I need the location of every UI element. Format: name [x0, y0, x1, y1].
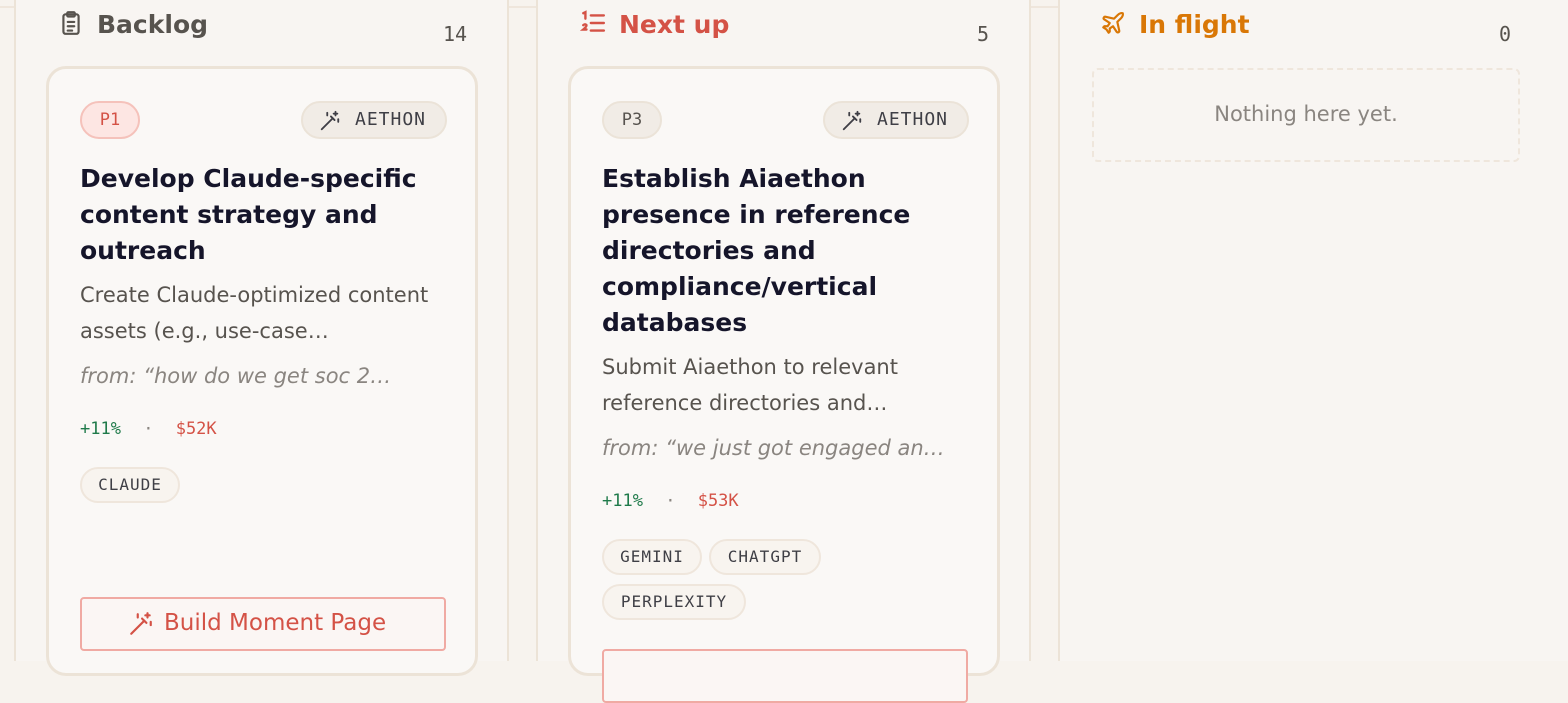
card-source: from: “how do we get soc 2… [80, 364, 392, 388]
brand-badge: AETHON [301, 101, 447, 139]
task-card[interactable]: P3 AETHON Establish Aiaethon presence in… [568, 66, 1000, 703]
empty-state: Nothing here yet. [1092, 68, 1520, 162]
card-title: Establish Aiaethon presence in reference… [602, 164, 911, 337]
task-card[interactable]: P1 AETHON Develop Claude-specific conten… [46, 66, 478, 676]
card-description: Create Claude-optimized content assets (… [80, 283, 429, 343]
brand-label: AETHON [877, 109, 949, 130]
priority-badge: P1 [80, 101, 140, 139]
card-title: Develop Claude-specific content strategy… [80, 164, 417, 265]
priority-badge: P3 [602, 101, 662, 139]
card-source: from: “we just got engaged an… [602, 436, 945, 460]
column-count: 14 [443, 22, 468, 46]
magic-wand-icon [320, 110, 340, 131]
model-tag: GEMINI [602, 539, 702, 575]
lift-value: +11% [602, 491, 643, 511]
build-moment-page-button[interactable] [602, 649, 968, 703]
column-header: Backlog 14 [16, 6, 507, 46]
column-count: 0 [1499, 22, 1512, 46]
magic-wand-icon [130, 612, 152, 635]
build-moment-page-button[interactable]: Build Moment Page [80, 597, 446, 651]
model-tag: PERPLEXITY [602, 584, 746, 620]
column-count: 5 [977, 22, 990, 46]
column-header: Next up 5 [538, 6, 1029, 46]
column-backlog: Backlog 14 P1 AETHON Develop Claude-spec… [14, 0, 509, 676]
revenue-value: $53K [697, 491, 739, 511]
column-title: Backlog [97, 10, 209, 39]
column-in-flight: In flight 0 Nothing here yet. [1058, 0, 1568, 661]
model-tag: CHATGPT [709, 539, 821, 575]
list-ordered-icon [580, 10, 606, 32]
revenue-value: $52K [175, 419, 217, 439]
plane-icon [1102, 11, 1125, 34]
magic-wand-icon [842, 110, 862, 131]
column-header: In flight 0 [1060, 6, 1568, 46]
column-title: In flight [1139, 10, 1250, 39]
lift-value: +11% [80, 419, 121, 439]
model-tag: CLAUDE [80, 467, 180, 503]
card-metrics: +11% · $53K [602, 491, 739, 511]
metric-separator: · [665, 491, 676, 511]
column-title: Next up [619, 10, 730, 39]
clipboard-icon [62, 11, 80, 35]
card-metrics: +11% · $52K [80, 419, 217, 439]
column-next-up: Next up 5 P3 AETHON Establish Aiaethon p… [536, 0, 1031, 703]
card-description: Submit Aiaethon to relevant reference di… [602, 355, 898, 415]
button-label: Build Moment Page [164, 610, 387, 636]
brand-badge: AETHON [823, 101, 969, 139]
brand-label: AETHON [355, 109, 427, 130]
metric-separator: · [143, 419, 154, 439]
